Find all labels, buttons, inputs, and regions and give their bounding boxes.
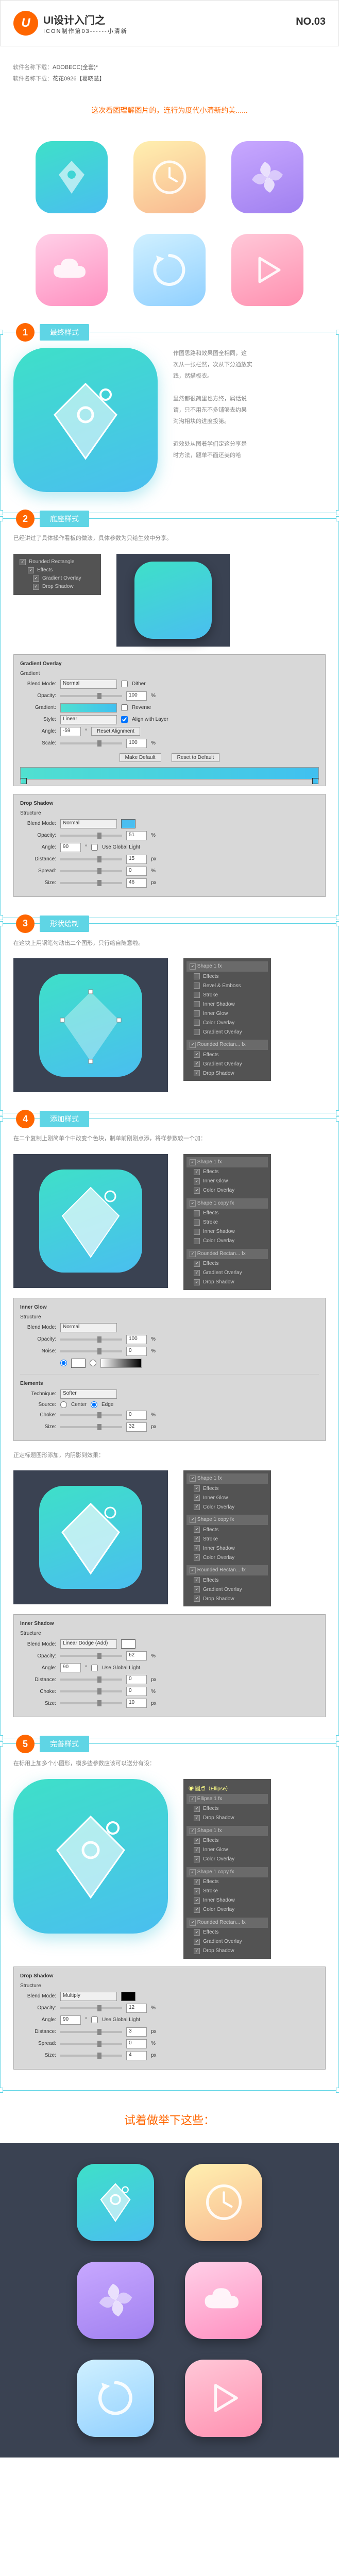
play-icon	[185, 2360, 262, 2437]
refresh-icon	[133, 234, 206, 306]
inner-shadow-panel: Inner Shadow Structure Blend Mode:Linear…	[13, 1614, 326, 1717]
gradient-overlay-panel: Gradient Overlay Gradient Blend Mode:Nor…	[13, 654, 326, 786]
step-number: 2	[16, 510, 35, 528]
step-label: 形状绘制	[40, 916, 89, 932]
location-icon	[77, 2164, 154, 2241]
location-icon	[36, 141, 108, 213]
intro-text: 这次看图理解图片的，连行为度代小清新约美......	[0, 95, 339, 131]
ps-layers-panel: ✓Rounded Rectangle ✓Effects ✓Gradient Ov…	[13, 554, 101, 595]
step-2-block: 2 底座样式 已经讲过了具体操作看板的做法，具体参数为只给生效中分享。 ✓Rou…	[0, 518, 339, 918]
drop-shadow-panel: Drop Shadow Structure Blend Mode:Normal …	[13, 794, 326, 897]
inner-glow-panel: Inner Glow Structure Blend Mode:Normal O…	[13, 1298, 326, 1441]
step-1-notes: 作图思路和效果图全相同，这 次从一张栏然，次从下分通放实 践，然描板衣。 里然都…	[173, 348, 326, 461]
step-label: 完善样式	[40, 1736, 89, 1752]
step-4-desc-2: 正定标题图形添加，内阴影到效果：	[13, 1451, 326, 1461]
step-1-block: 1 最终样式 作图思路和效果图全相同，这 次从一张栏然，次从下分通放实 践，然描…	[0, 332, 339, 513]
clock-icon	[185, 2164, 262, 2241]
title-sub: ICON制作第03------小清新	[43, 27, 128, 35]
step-label: 底座样式	[40, 511, 89, 527]
step-number: 1	[16, 323, 35, 342]
step4-preview-a	[13, 1154, 168, 1288]
step-label: 添加样式	[40, 1111, 89, 1127]
step-3-desc: 在这块上用钢笔勾动出二个图形，只行缩自随意啦。	[13, 939, 326, 948]
step-5-desc: 在标用上加多个小图形，模多些参数应该可以送分有设：	[13, 1759, 326, 1769]
drop-shadow-panel-2: Drop Shadow Structure Blend Mode:Multipl…	[13, 1967, 326, 2070]
final-icon-grid	[0, 2143, 339, 2458]
fx-panel-2: ✓ Shape 1 fx ✓Effects ✓Inner Glow ✓Color…	[183, 1154, 271, 1290]
logo: U UI设计入门之 ICON制作第03------小清新	[13, 11, 128, 36]
tutorial-header: U UI设计入门之 ICON制作第03------小清新 NO.03	[0, 0, 339, 46]
header-titles: UI设计入门之 ICON制作第03------小清新	[43, 12, 128, 35]
gradient-bar[interactable]	[20, 767, 319, 779]
step-3-block: 3 形状绘制 在这块上用钢笔勾动出二个图形，只行缩自随意啦。 ✓ Shape 1…	[0, 923, 339, 1114]
fx-panel: ✓ Shape 1 fx Effects Bevel & Emboss Stro…	[183, 958, 271, 1081]
final-preview-icon	[13, 348, 158, 492]
step-4-block: 4 添加样式 在二个复制上刚简单个中改变个色块，制单前刚刚点添，将样参数较一个加…	[0, 1118, 339, 1738]
clock-icon	[133, 141, 206, 213]
step-number: 5	[16, 1735, 35, 1753]
step-5-block: 5 完善样式 在标用上加多个小图形，模多些参数应该可以送分有设： ◉ 圆点（El…	[0, 1743, 339, 2091]
step-number: 3	[16, 914, 35, 933]
title-main: UI设计入门之	[43, 12, 128, 27]
cloud-icon	[36, 234, 108, 306]
step-2-desc: 已经讲过了具体操作看板的做法，具体参数为只给生效中分享。	[13, 534, 326, 544]
cloud-icon	[185, 2262, 262, 2339]
logo-icon: U	[13, 11, 38, 36]
fan-icon	[77, 2262, 154, 2339]
shape-drawing-preview	[13, 958, 168, 1092]
step-number: 4	[16, 1110, 35, 1128]
issue-number: NO.03	[296, 16, 326, 28]
refresh-icon	[77, 2360, 154, 2437]
fx-panel-3: ✓ Shape 1 fx ✓Effects ✓Inner Glow ✓Color…	[183, 1470, 271, 1606]
step-label: 最终样式	[40, 324, 89, 341]
fan-icon	[231, 141, 303, 213]
play-icon	[231, 234, 303, 306]
step4-preview-b	[13, 1470, 168, 1604]
base-preview	[116, 554, 230, 647]
try-these-title: 试着做举下这些：	[0, 2096, 339, 2143]
example-icon-grid	[0, 131, 339, 327]
credits: 软件名称下载：ADOBECC(全套)* 软件名称下载：花花0926【葛晓慧】	[0, 46, 339, 95]
step-4-desc: 在二个复制上刚简单个中改变个色块，制单前刚刚点添，将样参数较一个加：	[13, 1134, 326, 1144]
fx-panel-5: ◉ 圆点（Ellipse） ✓ Ellipse 1 fx ✓Effects ✓D…	[183, 1779, 271, 1959]
step5-preview	[13, 1779, 168, 1934]
